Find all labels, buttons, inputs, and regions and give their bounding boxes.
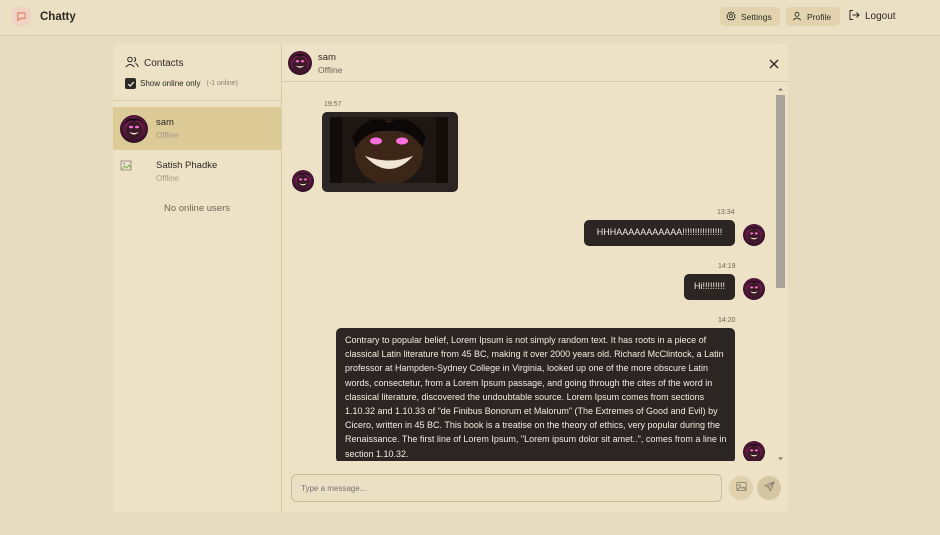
avatar — [120, 115, 148, 143]
brand[interactable]: Chatty — [12, 7, 76, 26]
avatar — [743, 224, 765, 246]
profile-label: Profile — [807, 11, 832, 22]
logout-button[interactable]: Logout — [842, 7, 902, 26]
contact-item-satish-phadke[interactable]: Satish Phadke Offline — [113, 150, 281, 193]
message-composer — [282, 462, 788, 512]
show-online-checkbox[interactable] — [125, 78, 136, 89]
logout-label: Logout — [865, 11, 896, 22]
message-image[interactable] — [330, 117, 448, 183]
contact-status: Offline — [156, 174, 179, 183]
message-time: 14:19 — [718, 263, 736, 270]
contact-status: Offline — [156, 131, 179, 140]
online-count: (-1 online) — [206, 80, 238, 87]
show-online-label: Show online only — [140, 79, 201, 88]
attach-image-button[interactable] — [729, 476, 753, 500]
contact-name: Satish Phadke — [156, 160, 218, 171]
gear-icon — [726, 10, 736, 23]
scroll-up-arrow[interactable] — [775, 85, 786, 93]
chat-user-name: sam — [318, 52, 336, 63]
message-text: HHHAAAAAAAAAAA!!!!!!!!!!!!!!!! — [596, 227, 723, 237]
message-bubble: Hi!!!!!!!!! — [684, 274, 735, 300]
image-icon — [736, 479, 747, 497]
close-icon[interactable] — [768, 57, 780, 69]
chat-container: Contacts Show online only (-1 online) sa… — [113, 44, 788, 512]
send-icon — [764, 479, 775, 497]
users-icon — [125, 56, 139, 71]
top-navbar: Chatty Settings Profile Logout — [0, 0, 940, 36]
settings-label: Settings — [741, 11, 772, 22]
message-bubble: HHHAAAAAAAAAAA!!!!!!!!!!!!!!!! — [584, 220, 735, 246]
message-scrollbar[interactable] — [775, 85, 786, 463]
contact-name: sam — [156, 117, 174, 128]
app-name: Chatty — [40, 10, 76, 23]
chat-user-status: Offline — [318, 65, 343, 75]
chat-header: sam Offline — [282, 44, 788, 82]
message-text: Hi!!!!!!!!! — [693, 281, 725, 291]
scroll-thumb[interactable] — [776, 95, 785, 288]
contacts-sidebar: Contacts Show online only (-1 online) sa… — [113, 44, 282, 512]
contact-item-sam[interactable]: sam Offline — [113, 107, 281, 150]
message-time: 14:20 — [718, 317, 736, 324]
image-message-bubble — [322, 112, 458, 192]
chat-panel: sam Offline 19:57 13:34 HHHAAAAAAAAAAA!!… — [282, 44, 788, 512]
avatar — [292, 170, 314, 192]
message-text: Contrary to popular belief, Lorem Ipsum … — [345, 335, 727, 459]
message-time: 19:57 — [324, 101, 342, 108]
send-button[interactable] — [757, 476, 781, 500]
show-online-toggle[interactable]: Show online only (-1 online) — [125, 78, 269, 89]
no-online-users-text: No online users — [163, 203, 230, 214]
avatar — [743, 441, 765, 461]
avatar — [743, 278, 765, 300]
contacts-header: Contacts Show online only (-1 online) — [113, 44, 281, 101]
logout-icon — [848, 9, 860, 24]
broken-image-icon — [120, 158, 148, 186]
message-list[interactable]: 19:57 13:34 HHHAAAAAAAAAAA!!!!!!!!!!!!!!… — [282, 83, 788, 461]
contacts-title: Contacts — [144, 58, 184, 69]
profile-button[interactable]: Profile — [786, 7, 840, 26]
user-icon — [792, 11, 802, 23]
message-input[interactable] — [291, 474, 722, 502]
message-bubble: Contrary to popular belief, Lorem Ipsum … — [336, 328, 735, 461]
chat-bubble-icon — [12, 7, 31, 26]
message-time: 13:34 — [717, 209, 735, 216]
avatar — [288, 51, 312, 75]
settings-button[interactable]: Settings — [720, 7, 780, 26]
